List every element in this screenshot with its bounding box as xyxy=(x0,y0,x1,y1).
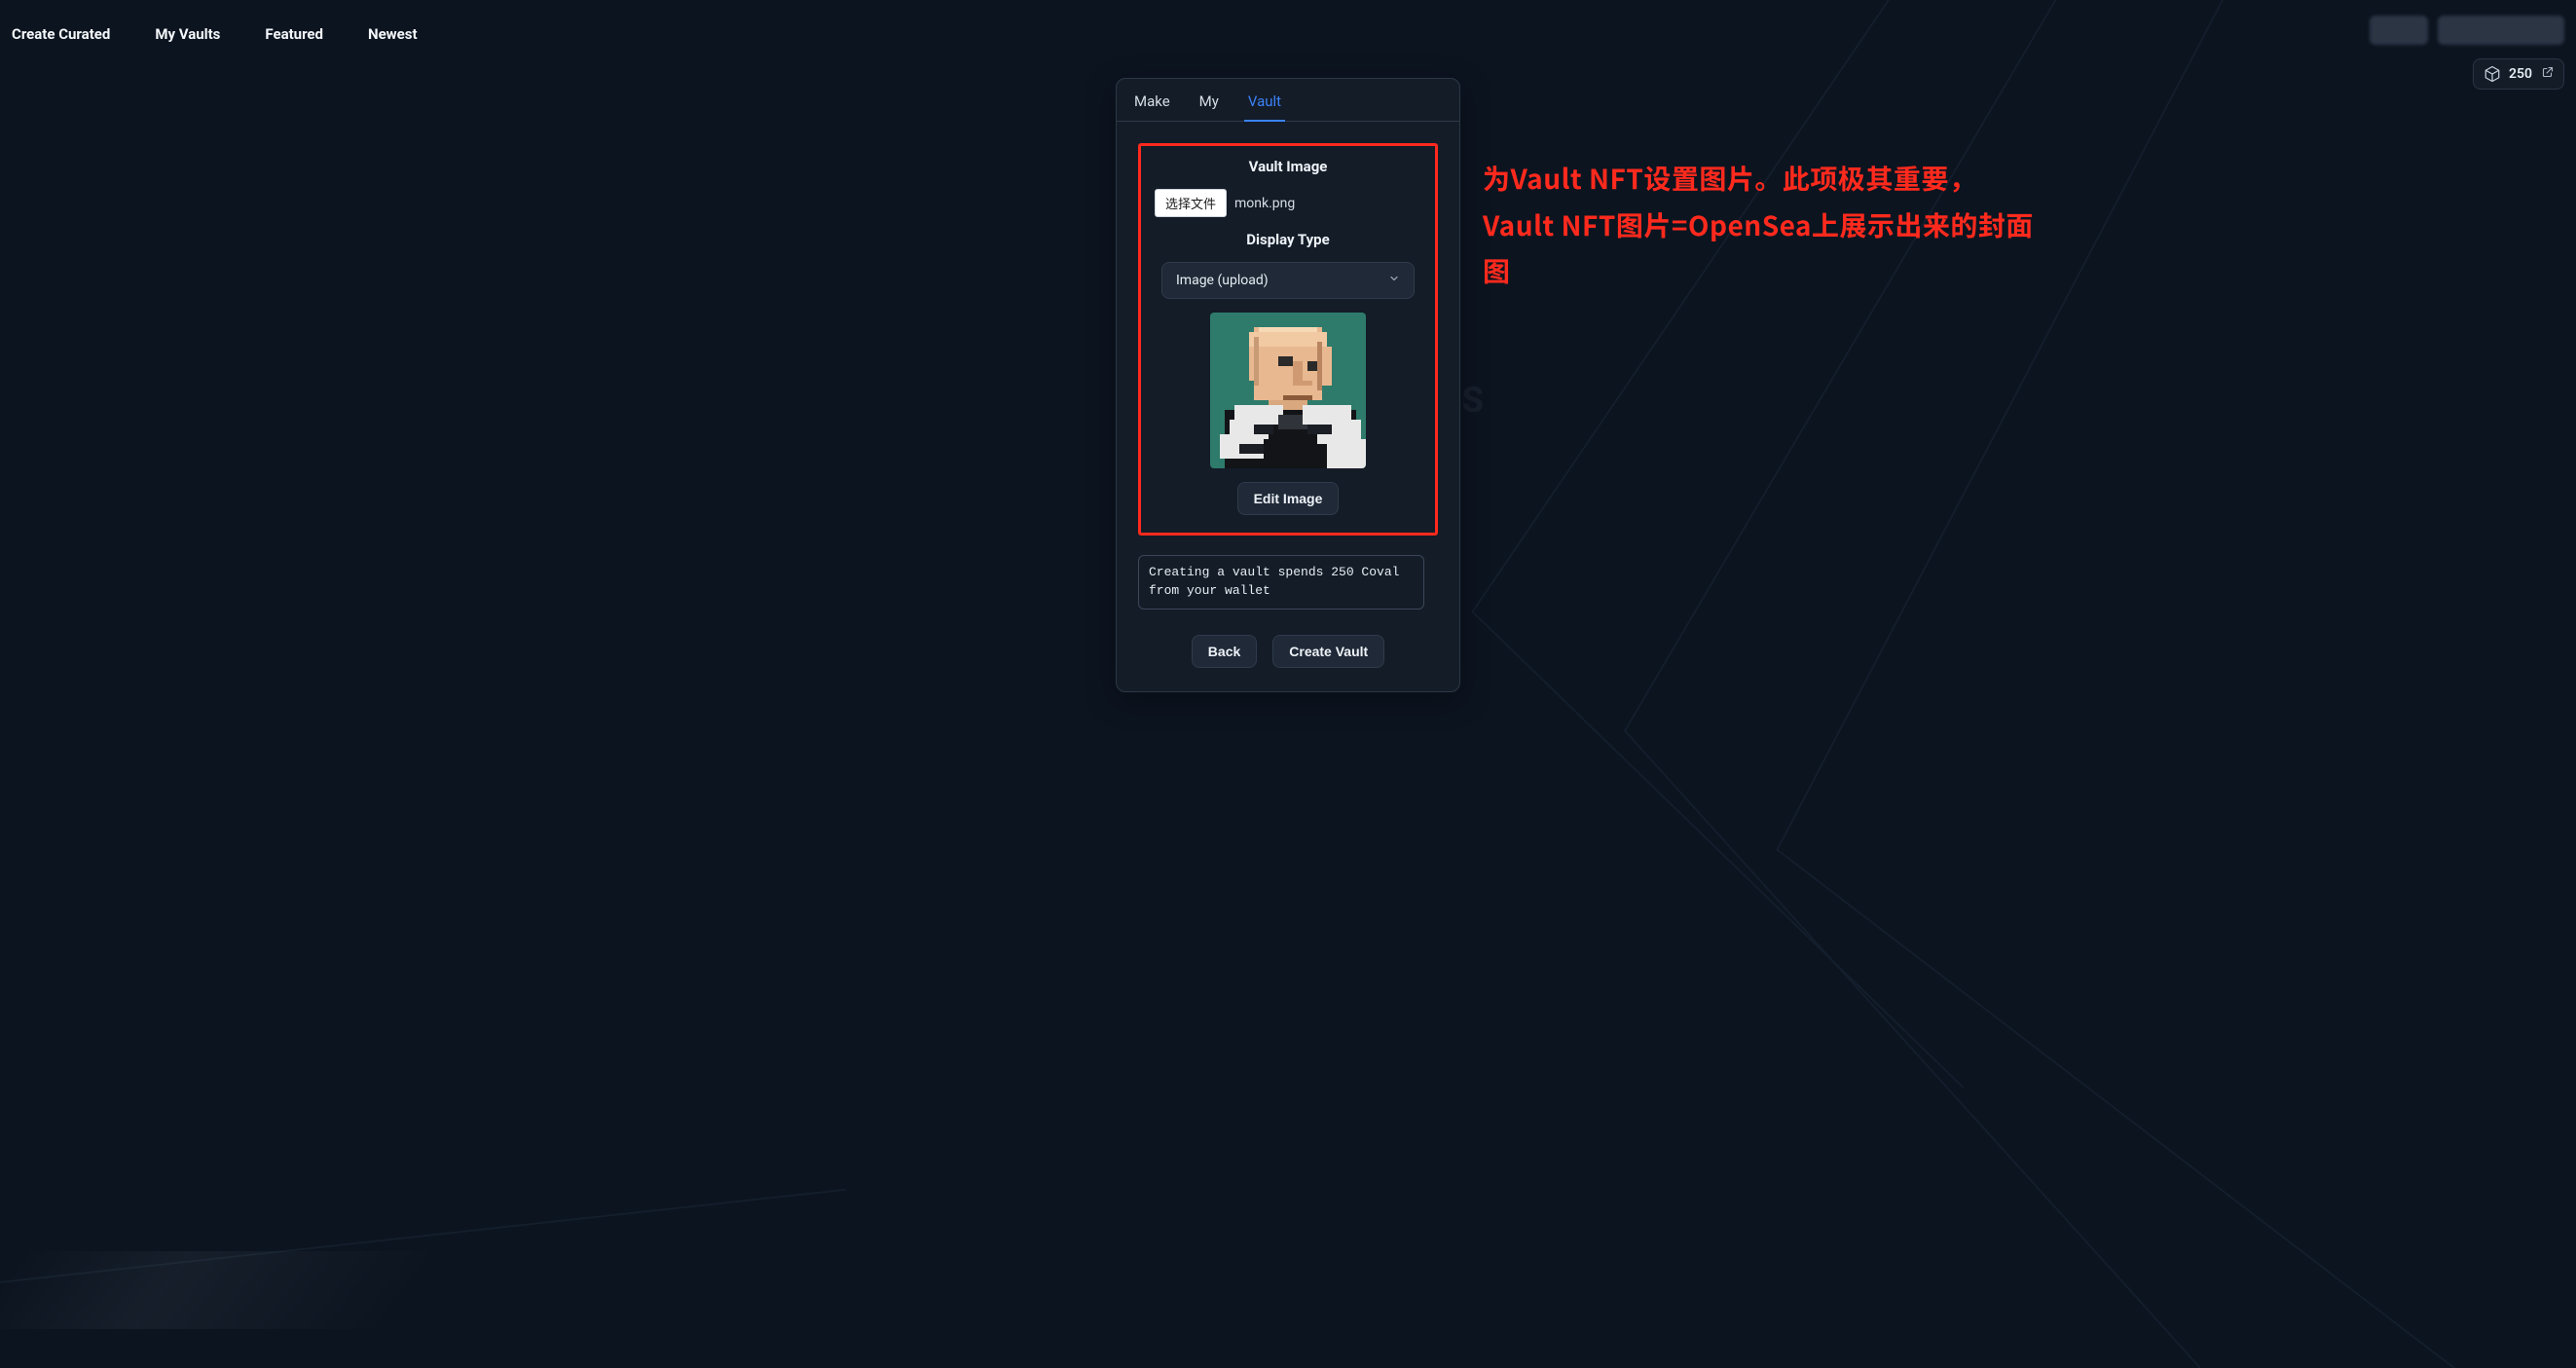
cube-icon xyxy=(2484,65,2501,83)
spend-notice: Creating a vault spends 250 Coval from y… xyxy=(1138,555,1424,610)
display-type-value: Image (upload) xyxy=(1176,273,1269,288)
coval-amount: 250 xyxy=(2509,66,2532,82)
edit-image-button[interactable]: Edit Image xyxy=(1237,482,1340,515)
choose-file-button[interactable]: 选择文件 xyxy=(1155,189,1227,217)
card-tabs: Make My Vault xyxy=(1117,79,1459,122)
tab-make[interactable]: Make xyxy=(1130,89,1174,121)
nav-my-vaults[interactable]: My Vaults xyxy=(151,23,224,45)
chevron-down-icon xyxy=(1388,273,1400,288)
nav-featured[interactable]: Featured xyxy=(261,23,327,45)
nav-create-curated[interactable]: Create Curated xyxy=(8,23,114,45)
external-link-icon xyxy=(2542,66,2554,82)
highlight-box: Vault Image 选择文件 monk.png Display Type I… xyxy=(1138,143,1438,536)
header-pill-b[interactable] xyxy=(2438,16,2564,45)
card-body: Vault Image 选择文件 monk.png Display Type I… xyxy=(1117,122,1459,691)
coval-badge[interactable]: 250 xyxy=(2473,58,2564,90)
back-button[interactable]: Back xyxy=(1192,635,1257,668)
tab-my[interactable]: My xyxy=(1196,89,1223,121)
create-vault-button[interactable]: Create Vault xyxy=(1272,635,1384,668)
top-nav: Create Curated My Vaults Featured Newest xyxy=(8,23,422,45)
nav-newest[interactable]: Newest xyxy=(364,23,422,45)
file-chooser: 选择文件 monk.png xyxy=(1155,189,1295,217)
vault-image-label: Vault Image xyxy=(1249,158,1328,175)
background-streak xyxy=(0,1251,431,1329)
top-right-actions xyxy=(2370,16,2564,45)
image-preview xyxy=(1210,313,1366,468)
card-footer-actions: Back Create Vault xyxy=(1138,635,1438,668)
tab-vault[interactable]: Vault xyxy=(1244,89,1285,122)
display-type-label: Display Type xyxy=(1246,231,1329,248)
display-type-select[interactable]: Image (upload) xyxy=(1161,262,1415,299)
header-pill-a[interactable] xyxy=(2370,16,2428,45)
annotation-text: 为Vault NFT设置图片。此项极其重要，Vault NFT图片=OpenSe… xyxy=(1483,156,2047,295)
vault-card: Make My Vault Vault Image 选择文件 monk.png … xyxy=(1116,78,1460,692)
chosen-file-name: monk.png xyxy=(1234,196,1295,211)
